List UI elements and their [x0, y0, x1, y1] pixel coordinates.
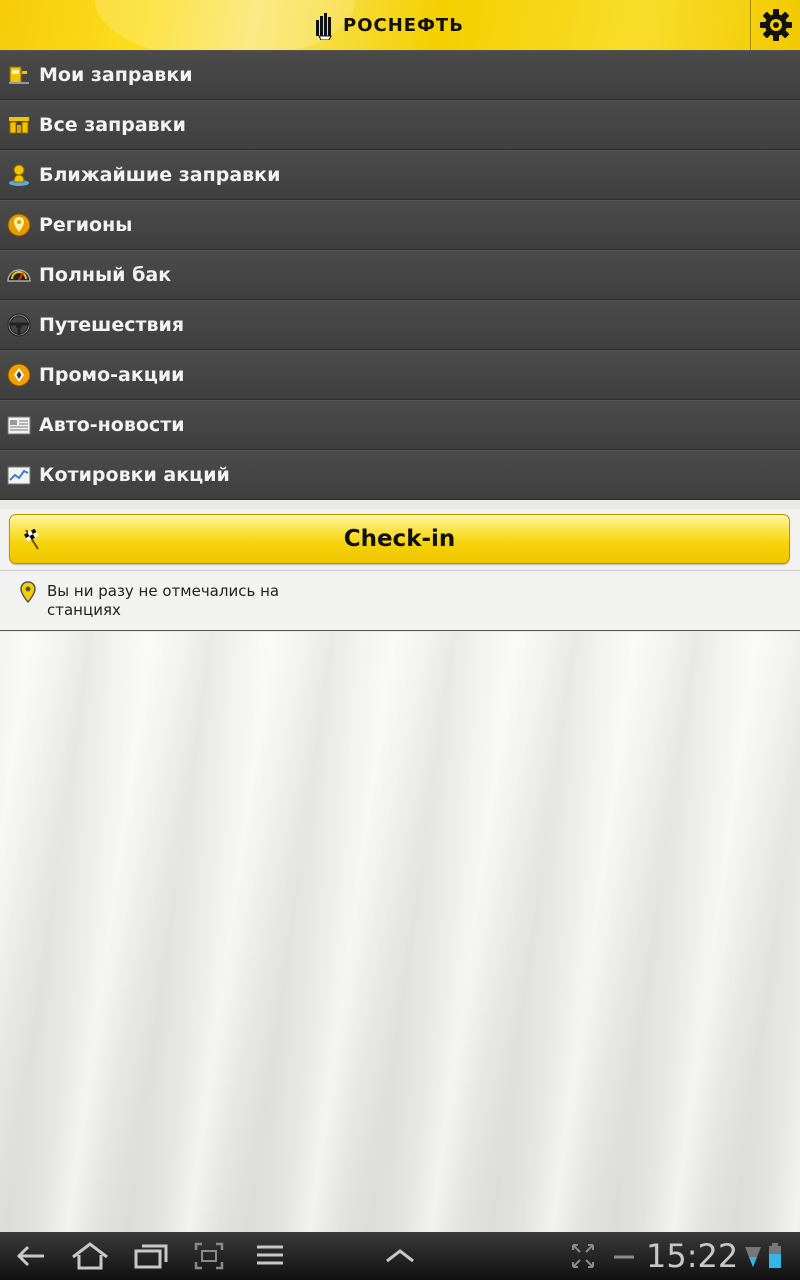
- checkin-notice: Вы ни разу не отмечались на станциях: [0, 570, 800, 631]
- newspaper-icon: [6, 412, 32, 438]
- main-menu: Мои заправки Все заправки Ближайшие запр…: [0, 50, 800, 500]
- menu-item-regions[interactable]: Регионы: [0, 200, 800, 250]
- nearby-pin-icon: [6, 162, 32, 188]
- menu-item-nearby-stations[interactable]: Ближайшие заправки: [0, 150, 800, 200]
- rosneft-logo-icon: [316, 13, 332, 40]
- menu-item-label: Мои заправки: [39, 64, 193, 86]
- chevron-up-icon[interactable]: [384, 1241, 416, 1271]
- signal-icon: [744, 1241, 762, 1271]
- my-station-icon: [6, 62, 32, 88]
- stock-chart-icon: [6, 462, 32, 488]
- all-stations-icon: [6, 112, 32, 138]
- checkin-label: Check-in: [343, 526, 456, 552]
- fuel-gauge-icon: [6, 262, 32, 288]
- gear-icon: [760, 9, 792, 41]
- menu-item-all-stations[interactable]: Все заправки: [0, 100, 800, 150]
- menu-item-travel[interactable]: Путешествия: [0, 300, 800, 350]
- location-pin-icon: [20, 581, 36, 603]
- notice-text: Вы ни разу не отмечались на станциях: [47, 582, 280, 619]
- menu-item-label: Путешествия: [39, 314, 185, 336]
- brand-name: РОСНЕФТЬ: [343, 14, 464, 36]
- recent-apps-icon[interactable]: [133, 1241, 169, 1271]
- checkin-button[interactable]: Check-in: [9, 514, 790, 564]
- brand-logo: РОСНЕФТЬ: [313, 9, 464, 41]
- menu-item-full-tank[interactable]: Полный бак: [0, 250, 800, 300]
- menu-item-label: Промо-акции: [39, 364, 185, 386]
- checkin-area: Check-in: [0, 509, 800, 571]
- steering-wheel-icon: [6, 312, 32, 338]
- status-clock: 15:22: [646, 1237, 739, 1275]
- checkered-flag-icon: [24, 528, 39, 550]
- app-header: РОСНЕФТЬ: [0, 0, 800, 51]
- menu-item-auto-news[interactable]: Авто-новости: [0, 400, 800, 450]
- menu-item-label: Ближайшие заправки: [39, 164, 281, 186]
- menu-icon[interactable]: [255, 1241, 285, 1271]
- menu-item-label: Регионы: [39, 214, 133, 236]
- system-bar: 15:22: [0, 1232, 800, 1280]
- battery-icon: [767, 1241, 783, 1271]
- minimize-icon: [612, 1241, 636, 1271]
- promo-icon: [6, 362, 32, 388]
- menu-item-label: Все заправки: [39, 114, 186, 136]
- menu-item-promo[interactable]: Промо-акции: [0, 350, 800, 400]
- menu-item-label: Полный бак: [39, 264, 172, 286]
- regions-icon: [6, 212, 32, 238]
- expand-icon[interactable]: [570, 1241, 596, 1271]
- menu-item-my-stations[interactable]: Мои заправки: [0, 50, 800, 100]
- menu-item-label: Авто-новости: [39, 414, 185, 436]
- back-icon[interactable]: [14, 1241, 48, 1271]
- content-background: [0, 632, 800, 1232]
- menu-item-stock-quotes[interactable]: Котировки акций: [0, 450, 800, 500]
- screenshot-icon[interactable]: [193, 1241, 225, 1271]
- settings-button[interactable]: [750, 0, 800, 50]
- menu-item-label: Котировки акций: [39, 464, 230, 486]
- home-icon[interactable]: [70, 1241, 110, 1271]
